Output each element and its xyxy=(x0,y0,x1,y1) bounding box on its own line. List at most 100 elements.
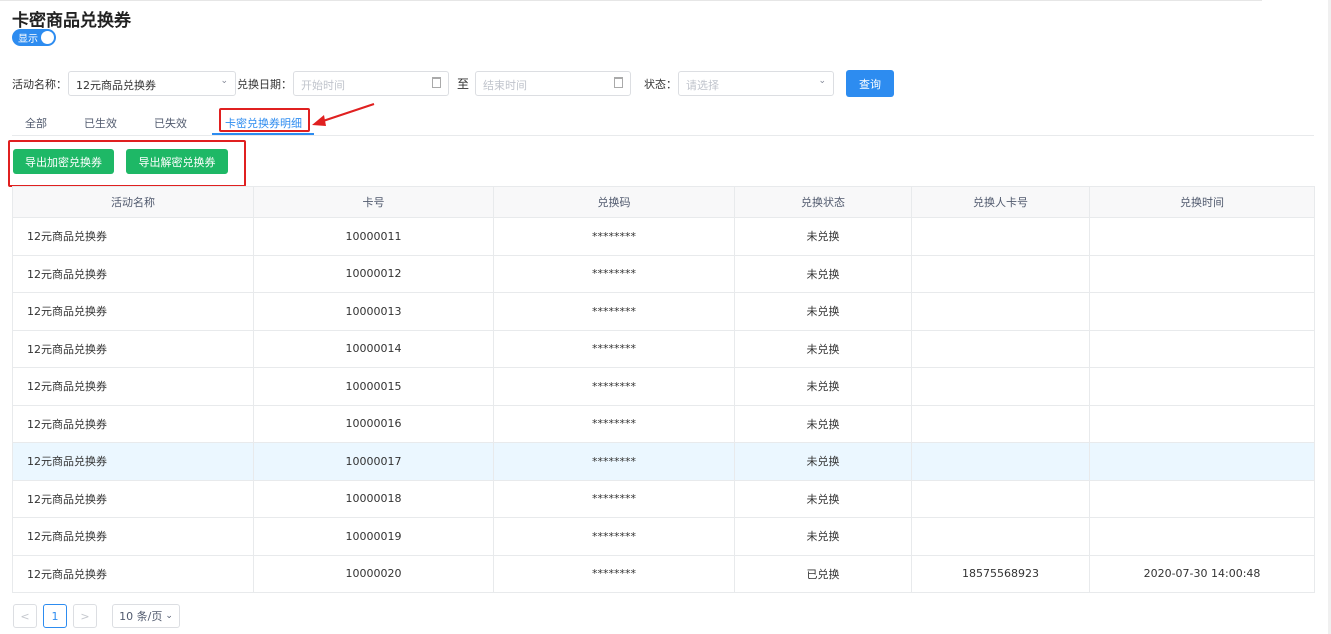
cell-activity-name: 12元商品兑换券 xyxy=(12,367,254,406)
next-page-button[interactable]: > xyxy=(73,604,97,628)
chevron-down-icon: ⌄ xyxy=(220,76,228,86)
cell-activity-name: 12元商品兑换券 xyxy=(12,292,254,331)
table-row[interactable]: 12元商品兑换券 10000020 ******** 已兑换 18575568923 20… xyxy=(12,554,1315,593)
cell-redeem-status: 未兑换 xyxy=(734,217,912,256)
cell-card-number: 10000016 xyxy=(253,404,494,443)
status-placeholder: 请选择 xyxy=(686,79,719,92)
cell-activity-name: 12元商品兑换券 xyxy=(12,554,254,593)
table-header-row: 活动名称 卡号 兑换码 兑换状态 兑换人卡号 兑换时间 xyxy=(12,186,1315,218)
column-redeem-status[interactable]: 兑换状态 xyxy=(734,186,912,218)
cell-activity-name: 12元商品兑换券 xyxy=(12,517,254,556)
export-decrypted-button[interactable]: 导出解密兑换券 xyxy=(126,149,228,174)
cell-redeem-status: 未兑换 xyxy=(734,367,912,406)
cell-redeem-time xyxy=(1089,479,1315,518)
cell-activity-name: 12元商品兑换券 xyxy=(12,442,254,481)
calendar-icon xyxy=(432,77,441,88)
column-redeem-time[interactable]: 兑换时间 xyxy=(1089,186,1315,218)
cell-card-number: 10000018 xyxy=(253,479,494,518)
cell-redeem-status: 已兑换 xyxy=(734,554,912,593)
column-activity-name[interactable]: 活动名称 xyxy=(12,186,254,218)
cell-redeem-code: ******** xyxy=(493,217,735,256)
cell-redeem-code: ******** xyxy=(493,367,735,406)
annotation-box-tab xyxy=(219,108,310,132)
cell-redeemer-card xyxy=(911,517,1090,556)
start-date-input[interactable]: 开始时间 xyxy=(293,71,449,96)
cell-redeem-code: ******** xyxy=(493,329,735,368)
table-row[interactable]: 12元商品兑换券 10000013 ******** 未兑换 xyxy=(12,292,1315,331)
cell-card-number: 10000020 xyxy=(253,554,494,593)
cell-redeem-code: ******** xyxy=(493,404,735,443)
cell-card-number: 10000019 xyxy=(253,517,494,556)
cell-redeemer-card xyxy=(911,329,1090,368)
cell-redeem-time xyxy=(1089,442,1315,481)
page-1-button[interactable]: 1 xyxy=(43,604,67,628)
cell-activity-name: 12元商品兑换券 xyxy=(12,329,254,368)
cell-card-number: 10000013 xyxy=(253,292,494,331)
column-redeem-code[interactable]: 兑换码 xyxy=(493,186,735,218)
column-redeemer-card[interactable]: 兑换人卡号 xyxy=(911,186,1090,218)
active-tab-indicator xyxy=(212,133,314,135)
chevron-down-icon: ⌄ xyxy=(818,76,826,86)
cell-redeem-time xyxy=(1089,292,1315,331)
activity-select-value: 12元商品兑换券 xyxy=(76,79,156,92)
cell-redeemer-card xyxy=(911,479,1090,518)
date-label: 兑换日期： xyxy=(237,78,292,91)
tab-bar: 全部 已生效 已失效 卡密兑换券明细 xyxy=(12,108,1314,136)
activity-select[interactable]: 12元商品兑换券 ⌄ xyxy=(68,71,236,96)
cell-redeem-status: 未兑换 xyxy=(734,329,912,368)
cell-redeemer-card xyxy=(911,367,1090,406)
cell-redeem-time xyxy=(1089,404,1315,443)
cell-card-number: 10000012 xyxy=(253,254,494,293)
annotation-arrow-icon xyxy=(312,103,375,126)
page-size-select[interactable]: 10 条/页 ⌄ xyxy=(112,604,180,628)
cell-redeem-time xyxy=(1089,254,1315,293)
status-label: 状态： xyxy=(644,78,677,91)
table-row[interactable]: 12元商品兑换券 10000012 ******** 未兑换 xyxy=(12,254,1315,293)
toggle-label: 显示 xyxy=(18,34,38,45)
cell-activity-name: 12元商品兑换券 xyxy=(12,479,254,518)
table-row[interactable]: 12元商品兑换券 10000019 ******** 未兑换 xyxy=(12,517,1315,556)
table-row[interactable]: 12元商品兑换券 10000015 ******** 未兑换 xyxy=(12,367,1315,406)
cell-redeem-status: 未兑换 xyxy=(734,442,912,481)
cell-redeem-time xyxy=(1089,329,1315,368)
cell-card-number: 10000015 xyxy=(253,367,494,406)
end-date-placeholder: 结束时间 xyxy=(483,79,527,92)
tab-all[interactable]: 全部 xyxy=(25,115,47,131)
cell-activity-name: 12元商品兑换券 xyxy=(12,217,254,256)
tab-expired[interactable]: 已失效 xyxy=(154,115,187,131)
calendar-icon xyxy=(614,77,623,88)
cell-redeemer-card xyxy=(911,442,1090,481)
cell-redeem-time xyxy=(1089,367,1315,406)
cell-redeem-status: 未兑换 xyxy=(734,479,912,518)
coupon-table: 活动名称 卡号 兑换码 兑换状态 兑换人卡号 兑换时间 12元商品兑换券 1000… xyxy=(12,186,1315,593)
cell-redeemer-card xyxy=(911,254,1090,293)
table-row[interactable]: 12元商品兑换券 10000014 ******** 未兑换 xyxy=(12,329,1315,368)
cell-redeem-status: 未兑换 xyxy=(734,404,912,443)
table-row[interactable]: 12元商品兑换券 10000018 ******** 未兑换 xyxy=(12,479,1315,518)
chevron-down-icon: ⌄ xyxy=(165,611,173,621)
table-row[interactable]: 12元商品兑换券 10000016 ******** 未兑换 xyxy=(12,404,1315,443)
cell-redeem-code: ******** xyxy=(493,292,735,331)
cell-card-number: 10000011 xyxy=(253,217,494,256)
cell-card-number: 10000014 xyxy=(253,329,494,368)
cell-redeem-status: 未兑换 xyxy=(734,292,912,331)
table-row[interactable]: 12元商品兑换券 10000017 ******** 未兑换 xyxy=(12,442,1315,481)
prev-page-button[interactable]: < xyxy=(13,604,37,628)
column-card-number[interactable]: 卡号 xyxy=(253,186,494,218)
tab-active[interactable]: 已生效 xyxy=(84,115,117,131)
query-button[interactable]: 查询 xyxy=(846,70,894,97)
cell-redeem-code: ******** xyxy=(493,254,735,293)
status-select[interactable]: 请选择 ⌄ xyxy=(678,71,834,96)
display-toggle[interactable]: 显示 xyxy=(12,29,56,46)
start-date-placeholder: 开始时间 xyxy=(301,79,345,92)
to-separator: 至 xyxy=(457,77,470,91)
cell-redeem-status: 未兑换 xyxy=(734,517,912,556)
cell-redeemer-card: 18575568923 xyxy=(911,554,1090,593)
cell-redeemer-card xyxy=(911,404,1090,443)
cell-activity-name: 12元商品兑换券 xyxy=(12,254,254,293)
export-encrypted-button[interactable]: 导出加密兑换券 xyxy=(13,149,114,174)
cell-redeem-time xyxy=(1089,517,1315,556)
cell-redeemer-card xyxy=(911,292,1090,331)
end-date-input[interactable]: 结束时间 xyxy=(475,71,631,96)
table-row[interactable]: 12元商品兑换券 10000011 ******** 未兑换 xyxy=(12,217,1315,256)
